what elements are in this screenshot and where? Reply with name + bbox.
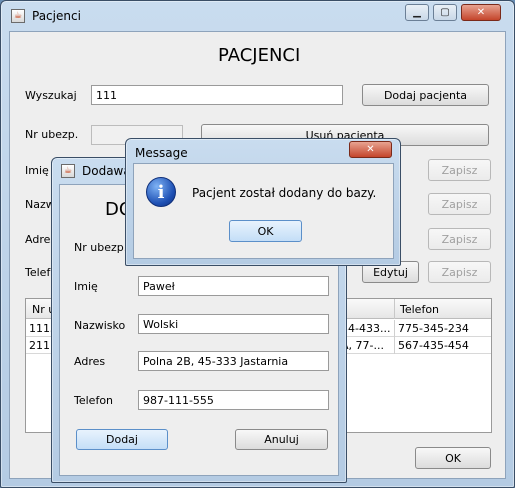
minimize-icon: ▁ [413, 7, 421, 18]
add-button[interactable]: Dodaj [76, 429, 168, 450]
search-label: Wyszukaj [25, 89, 77, 102]
first-name-input[interactable]: Paweł [138, 276, 329, 296]
insurance-label: Nr ubezp. [25, 128, 79, 141]
message-dialog-title: Message [135, 146, 188, 160]
table-cell-address: 34-433... [341, 322, 391, 335]
message-ok-button[interactable]: OK [229, 220, 302, 242]
close-icon: ✕ [366, 144, 375, 155]
minimize-button[interactable]: ▁ [405, 4, 429, 21]
close-icon: ✕ [476, 7, 486, 18]
save-last-name-button[interactable]: Zapisz [428, 193, 491, 215]
add-dialog-title: Dodawa [82, 164, 131, 178]
phone-input[interactable]: 987-111-555 [138, 390, 329, 410]
column-header-phone[interactable]: Telefon [400, 303, 439, 316]
close-button[interactable]: ✕ [461, 4, 501, 21]
cancel-button[interactable]: Anuluj [235, 429, 328, 450]
add-patient-button[interactable]: Dodaj pacjenta [362, 84, 489, 106]
first-name-label: Imię [25, 164, 49, 177]
dialog-last-name-label: Nazwisko [74, 319, 126, 332]
info-icon: i [146, 177, 176, 207]
dialog-first-name-label: Imię [74, 280, 98, 293]
save-phone-button[interactable]: Zapisz [428, 261, 491, 283]
main-ok-button[interactable]: OK [415, 447, 491, 469]
page-title: PACJENCI [218, 45, 301, 66]
dialog-address-label: Adres [74, 355, 106, 368]
dialog-phone-label: Telefon [74, 394, 114, 407]
java-app-icon: ☕ [11, 9, 25, 23]
maximize-button[interactable]: ▢ [433, 4, 457, 21]
table-cell-phone: 775-345-234 [398, 322, 469, 335]
dialog-insurance-label: Nr ubezp. [74, 241, 128, 254]
main-window-title: Pacjenci [32, 9, 81, 23]
last-name-input[interactable]: Wolski [138, 314, 329, 334]
maximize-icon: ▢ [440, 7, 450, 18]
search-input[interactable]: 111 [91, 85, 343, 105]
message-close-button[interactable]: ✕ [349, 141, 392, 158]
table-cell-address: A, 77-... [341, 339, 384, 352]
save-address-button[interactable]: Zapisz [428, 228, 491, 250]
save-first-name-button[interactable]: Zapisz [428, 159, 491, 181]
java-app-icon: ☕ [61, 164, 75, 178]
message-content: i Pacjent został dodany do bazy. OK [133, 163, 394, 259]
message-dialog: Message ✕ i Pacjent został dodany do baz… [125, 138, 401, 266]
message-text: Pacjent został dodany do bazy. [192, 186, 377, 200]
address-input[interactable]: Polna 2B, 45-333 Jastarnia [138, 351, 329, 371]
table-cell-phone: 567-435-454 [398, 339, 469, 352]
